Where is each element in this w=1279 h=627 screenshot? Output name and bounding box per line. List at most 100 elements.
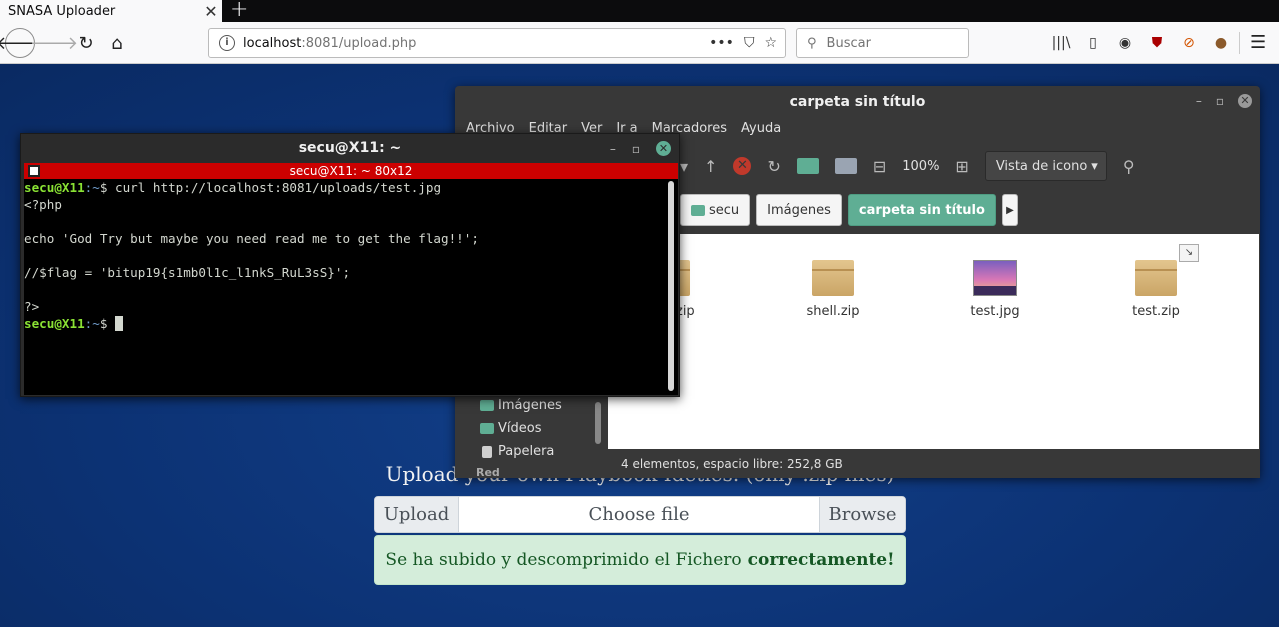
sidebar-item-label: Papelera xyxy=(498,444,555,459)
computer-icon[interactable] xyxy=(834,158,857,174)
path-secu[interactable]: secu xyxy=(680,194,751,226)
tab-strip: SNASA Uploader ✕ + xyxy=(0,0,1279,22)
menu-ayuda[interactable]: Ayuda xyxy=(741,121,781,136)
file-name: test.zip xyxy=(1132,304,1180,319)
new-tab-icon[interactable]: + xyxy=(230,0,248,22)
trash-icon xyxy=(482,445,492,458)
path-carpeta-sin-titulo[interactable]: carpeta sin título xyxy=(847,194,996,226)
browse-button[interactable]: Browse xyxy=(819,497,905,532)
navigation-toolbar: 🡐 🡒 ↻ ⌂ i localhost:8081/upload.php ••• … xyxy=(0,22,1279,64)
sidebar-item-imagenes[interactable]: Imágenes xyxy=(480,398,562,413)
image-file-icon xyxy=(973,260,1017,296)
prompt-user: secu@X11 xyxy=(24,316,85,331)
prompt-user: secu@X11 xyxy=(24,180,85,195)
command-line: secu@X11:~$ curl http://localhost:8081/u… xyxy=(24,179,441,196)
videos-folder-icon xyxy=(480,423,494,434)
prompt-path: :~ xyxy=(84,180,100,195)
search-icon: ⚲ xyxy=(807,35,817,51)
file-item[interactable]: test.jpg xyxy=(945,260,1045,319)
terminal-menu-icon[interactable] xyxy=(28,165,40,177)
status-bar: 4 elementos, espacio libre: 252,8 GB xyxy=(608,451,1259,477)
view-mode-select[interactable]: Vista de icono ▾ xyxy=(984,151,1107,181)
search-input[interactable]: ⚲ Buscar xyxy=(796,28,969,58)
page-actions-icon[interactable]: ••• xyxy=(709,35,734,51)
hamburger-menu-icon[interactable]: ☰ xyxy=(1250,32,1266,53)
path-label: Imágenes xyxy=(767,202,831,218)
command-text: $ curl http://localhost:8081/uploads/tes… xyxy=(99,180,442,195)
minimize-icon[interactable]: – xyxy=(1196,94,1202,108)
sidebar-item-label: Vídeos xyxy=(498,421,542,436)
prompt-symbol: $ xyxy=(99,316,116,331)
cookie-icon[interactable]: ● xyxy=(1210,33,1232,53)
sidebar-item-papelera[interactable]: Papelera xyxy=(480,444,554,459)
success-alert: Se ha subido y descomprimido el Fichero … xyxy=(374,535,906,585)
upload-button[interactable]: Upload xyxy=(375,497,459,532)
terminal-output[interactable]: secu@X11:~$ curl http://localhost:8081/u… xyxy=(24,179,678,395)
home-icon[interactable]: ⌂ xyxy=(103,29,131,57)
tab-snasa-uploader[interactable]: SNASA Uploader ✕ xyxy=(0,0,222,22)
sidebar-icon[interactable]: ▯ xyxy=(1082,33,1104,53)
sidebar-item-videos[interactable]: Vídeos xyxy=(480,421,541,436)
file-item[interactable]: test.zip xyxy=(1106,260,1206,319)
terminal-window: secu@X11: ~ – ▫ ✕ secu@X11: ~ 80x12 secu… xyxy=(20,133,680,397)
minimize-icon[interactable]: – xyxy=(610,142,616,156)
file-manager-title: carpeta sin título xyxy=(789,94,926,110)
url-bar[interactable]: i localhost:8081/upload.php ••• ⛉ ☆ xyxy=(208,28,786,58)
sidebar-scrollbar[interactable] xyxy=(595,402,601,444)
zip-file-icon xyxy=(1135,260,1177,296)
bookmark-star-icon[interactable]: ☆ xyxy=(764,35,777,51)
output-line: ?> xyxy=(24,299,40,314)
sidebar-item-label: Imágenes xyxy=(498,398,562,413)
output-line: <?php xyxy=(24,197,62,212)
path-label: secu xyxy=(709,202,740,218)
chevron-down-icon: ▾ xyxy=(1091,158,1098,174)
reload-icon[interactable]: ↻ xyxy=(767,157,780,176)
terminal-tab-title: secu@X11: ~ 80x12 xyxy=(289,164,413,178)
zoom-out-icon[interactable]: ⊟ xyxy=(873,157,886,176)
url-host: localhost xyxy=(243,35,302,51)
file-name: shell.zip xyxy=(806,304,860,319)
pocket-icon[interactable]: ⛉ xyxy=(744,35,755,51)
close-tab-icon[interactable]: ✕ xyxy=(200,2,222,21)
prompt-path: :~ xyxy=(84,316,100,331)
zip-file-icon xyxy=(812,260,854,296)
dropdown-arrow-icon[interactable]: ▾ xyxy=(680,157,688,176)
ublock-icon[interactable]: ⛊ xyxy=(1146,33,1168,53)
forward-arrow-icon[interactable]: 🡒 xyxy=(30,29,78,57)
close-window-icon[interactable]: ✕ xyxy=(656,141,671,156)
file-name: test.jpg xyxy=(970,304,1020,319)
maximize-icon[interactable]: ▫ xyxy=(632,142,640,156)
search-placeholder: Buscar xyxy=(826,35,871,51)
site-info-icon[interactable]: i xyxy=(219,35,235,51)
sidebar-section-red: Red xyxy=(476,466,500,478)
reload-icon[interactable]: ↻ xyxy=(72,29,100,57)
tab-title: SNASA Uploader xyxy=(8,3,116,19)
upload-form: Upload Choose file Browse xyxy=(374,496,906,533)
file-manager-toolbar: ▾ ↑ ✕ ↻ ⊟ 100% ⊞ Vista de icono ▾ ⚲ xyxy=(680,150,1135,182)
path-label: carpeta sin título xyxy=(858,202,985,218)
alert-text: Se ha subido y descomprimido el Fichero xyxy=(385,550,742,570)
file-item[interactable]: shell.zip xyxy=(783,260,883,319)
maximize-icon[interactable]: ▫ xyxy=(1216,94,1224,108)
zoom-in-icon[interactable]: ⊞ xyxy=(955,157,968,176)
stop-icon[interactable]: ✕ xyxy=(733,157,752,175)
zoom-level: 100% xyxy=(902,158,940,174)
home-folder-icon[interactable] xyxy=(796,158,819,174)
home-folder-icon xyxy=(691,204,705,216)
terminal-title: secu@X11: ~ xyxy=(298,140,402,156)
alert-strong-text: correctamente! xyxy=(747,550,895,570)
file-view: legit.zip shell.zip test.jpg ↘ test.zip xyxy=(608,234,1259,449)
close-window-icon[interactable]: ✕ xyxy=(1238,94,1252,108)
up-arrow-icon[interactable]: ↑ xyxy=(704,157,717,176)
terminal-scrollbar[interactable] xyxy=(668,181,674,391)
file-input[interactable]: Choose file xyxy=(459,497,819,532)
blocker-icon[interactable]: ⊘ xyxy=(1178,33,1200,53)
search-icon[interactable]: ⚲ xyxy=(1123,157,1135,176)
account-icon[interactable]: ◉ xyxy=(1114,33,1136,53)
path-imagenes[interactable]: Imágenes xyxy=(756,194,842,226)
terminal-tab-bar: secu@X11: ~ 80x12 xyxy=(24,163,678,179)
chevron-right-icon[interactable]: ▶ xyxy=(1001,194,1018,226)
text-cursor xyxy=(115,316,124,331)
library-icon[interactable]: |||\ xyxy=(1050,33,1072,53)
toolbar-divider xyxy=(1239,32,1240,54)
